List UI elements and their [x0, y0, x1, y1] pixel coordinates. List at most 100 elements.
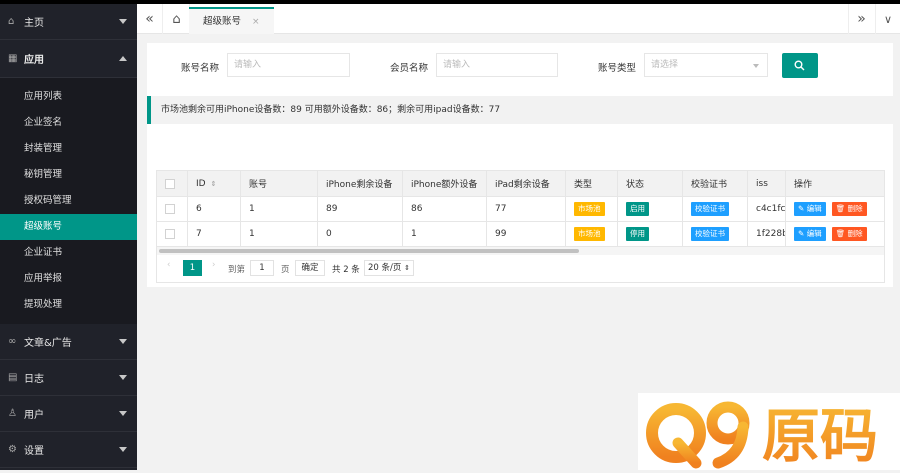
accounts-table: ID ⇕ 账号 iPhone剩余设备 iPhone额外设备 iPad剩余设备 类型… — [156, 170, 885, 283]
header-type: 类型 — [566, 171, 618, 196]
page-confirm-button[interactable]: 确定 — [295, 260, 325, 276]
delete-button[interactable]: 🗑 删除 — [831, 202, 867, 216]
tabs-prev-button[interactable]: « — [137, 4, 163, 34]
sort-icon[interactable]: ⇕ — [211, 180, 217, 188]
member-input[interactable]: 请输入 — [436, 53, 558, 77]
sidebar-item-enterprise-cert[interactable]: 企业证书 — [0, 240, 137, 266]
cell-actions: ✎ 编辑 🗑 删除 — [786, 222, 884, 246]
nav-home[interactable]: ⌂ 主页 — [0, 4, 137, 40]
sidebar-item-withdraw[interactable]: 提现处理 — [0, 292, 137, 318]
type-select[interactable]: 请选择 — [644, 53, 768, 77]
log-icon: ▤ — [8, 372, 18, 383]
cell-id: 7 — [188, 222, 241, 246]
tabs-menu-button[interactable]: ∨ — [875, 4, 900, 34]
status-badge: 停用 — [626, 227, 649, 241]
header-iss: iss — [748, 171, 786, 196]
prev-page-icon[interactable]: ‹ — [167, 260, 170, 270]
delete-button[interactable]: 🗑 删除 — [831, 227, 867, 241]
nav-articles[interactable]: ∞ 文章&广告 — [0, 324, 137, 360]
status-badge: 启用 — [626, 202, 649, 216]
row-select-cell — [157, 197, 188, 221]
cell-ipad-left: 77 — [487, 197, 566, 221]
filter-bar: 账号名称 请输入 会员名称 请输入 账号类型 请选择 — [147, 43, 893, 89]
edit-button[interactable]: ✎ 编辑 — [794, 227, 826, 241]
header-iphone-extra: iPhone额外设备 — [403, 171, 487, 196]
sidebar-item-auth-code[interactable]: 授权码管理 — [0, 188, 137, 214]
search-icon — [794, 60, 805, 71]
page-unit-label: 页 — [281, 265, 290, 275]
verify-cert-button[interactable]: 校验证书 — [691, 202, 729, 216]
sidebar-item-app-list[interactable]: 应用列表 — [0, 84, 137, 110]
sidebar-item-enterprise-sign[interactable]: 企业签名 — [0, 110, 137, 136]
account-input[interactable]: 请输入 — [227, 53, 350, 77]
apps-icon: ▦ — [8, 53, 18, 64]
nav-settings[interactable]: ⚙ 设置 — [0, 432, 137, 468]
home-tab-button[interactable]: ⌂ — [164, 4, 190, 34]
chevron-up-icon — [119, 56, 127, 61]
home-icon: ⌂ — [8, 16, 15, 27]
chevron-updown-icon: ⇕ — [404, 264, 410, 272]
sidebar-item-package-manage[interactable]: 封装管理 — [0, 136, 137, 162]
cell-ipad-left: 99 — [487, 222, 566, 246]
pagination: ‹ 1 › 到第 1 页 确定 共 2 条 20 条/页 ⇕ — [157, 255, 884, 282]
delete-label: 删除 — [847, 204, 863, 213]
cell-cert: 校验证书 — [683, 222, 748, 246]
page-size-select[interactable]: 20 条/页 ⇕ — [364, 260, 414, 276]
nav-settings-label: 设置 — [24, 446, 44, 457]
chevron-down-icon — [119, 447, 127, 452]
cell-status: 启用 — [618, 197, 683, 221]
tabs-next-button[interactable]: » — [848, 4, 874, 34]
sidebar-item-super-account[interactable]: 超级账号 — [0, 214, 137, 240]
header-id-label: ID — [196, 178, 206, 189]
home-icon: ⌂ — [172, 12, 181, 27]
next-page-icon[interactable]: › — [212, 260, 215, 270]
page-jump-input[interactable]: 1 — [250, 260, 274, 276]
nav-apps[interactable]: ▦ 应用 — [0, 40, 137, 78]
header-iphone-left: iPhone剩余设备 — [318, 171, 403, 196]
row-checkbox[interactable] — [165, 229, 175, 239]
type-label: 账号类型 — [598, 63, 637, 74]
table-header-row: ID ⇕ 账号 iPhone剩余设备 iPhone额外设备 iPad剩余设备 类型… — [157, 171, 884, 197]
link-icon: ∞ — [8, 336, 17, 347]
type-tag: 市场池 — [574, 202, 605, 216]
edit-label: 编辑 — [806, 204, 822, 213]
sidebar-item-app-report[interactable]: 应用举报 — [0, 266, 137, 292]
row-checkbox[interactable] — [165, 204, 175, 214]
page-current[interactable]: 1 — [183, 260, 202, 276]
cell-account: 1 — [241, 197, 318, 221]
tab-close-icon[interactable]: × — [252, 17, 260, 27]
q9-watermark-logo: 原码 — [638, 393, 900, 470]
svg-text:原码: 原码 — [762, 402, 878, 470]
horizontal-scrollbar[interactable] — [157, 247, 884, 255]
edit-button[interactable]: ✎ 编辑 — [794, 202, 826, 216]
cell-id: 6 — [188, 197, 241, 221]
cell-account: 1 — [241, 222, 318, 246]
cell-iss: 1f228b — [748, 222, 786, 246]
nav-logs-label: 日志 — [24, 374, 44, 385]
row-select-cell — [157, 222, 188, 246]
member-label: 会员名称 — [390, 63, 429, 74]
type-select-placeholder: 请选择 — [651, 60, 679, 70]
delete-label: 删除 — [847, 229, 863, 238]
nav-users[interactable]: ♙ 用户 — [0, 396, 137, 432]
chevron-down-icon — [119, 339, 127, 344]
sidebar-item-secret-manage[interactable]: 秘钥管理 — [0, 162, 137, 188]
tab-super-account[interactable]: 超级账号 × — [189, 7, 274, 34]
table-row: 6 1 89 86 77 市场池 启用 校验证书 c4c1fc ✎ 编辑 🗑 删… — [157, 197, 884, 222]
header-id[interactable]: ID ⇕ — [188, 171, 241, 196]
page-size-label: 20 条/页 — [368, 263, 402, 273]
header-ipad-left: iPad剩余设备 — [487, 171, 566, 196]
header-cert: 校验证书 — [683, 171, 748, 196]
edit-icon: ✎ — [798, 229, 805, 238]
trash-icon: 🗑 — [835, 204, 846, 213]
tab-super-account-label: 超级账号 — [203, 16, 242, 27]
total-count: 共 2 条 — [332, 265, 360, 275]
select-all-checkbox[interactable] — [165, 178, 175, 189]
verify-cert-button[interactable]: 校验证书 — [691, 227, 729, 241]
device-notice: 市场池剩余可用iPhone设备数：89 可用额外设备数：86；剩余可用ipad设… — [147, 96, 893, 124]
account-label: 账号名称 — [181, 63, 220, 74]
nav-logs[interactable]: ▤ 日志 — [0, 360, 137, 396]
search-button[interactable] — [782, 53, 818, 78]
trash-icon: 🗑 — [835, 229, 846, 238]
scrollbar-thumb[interactable] — [159, 249, 579, 253]
